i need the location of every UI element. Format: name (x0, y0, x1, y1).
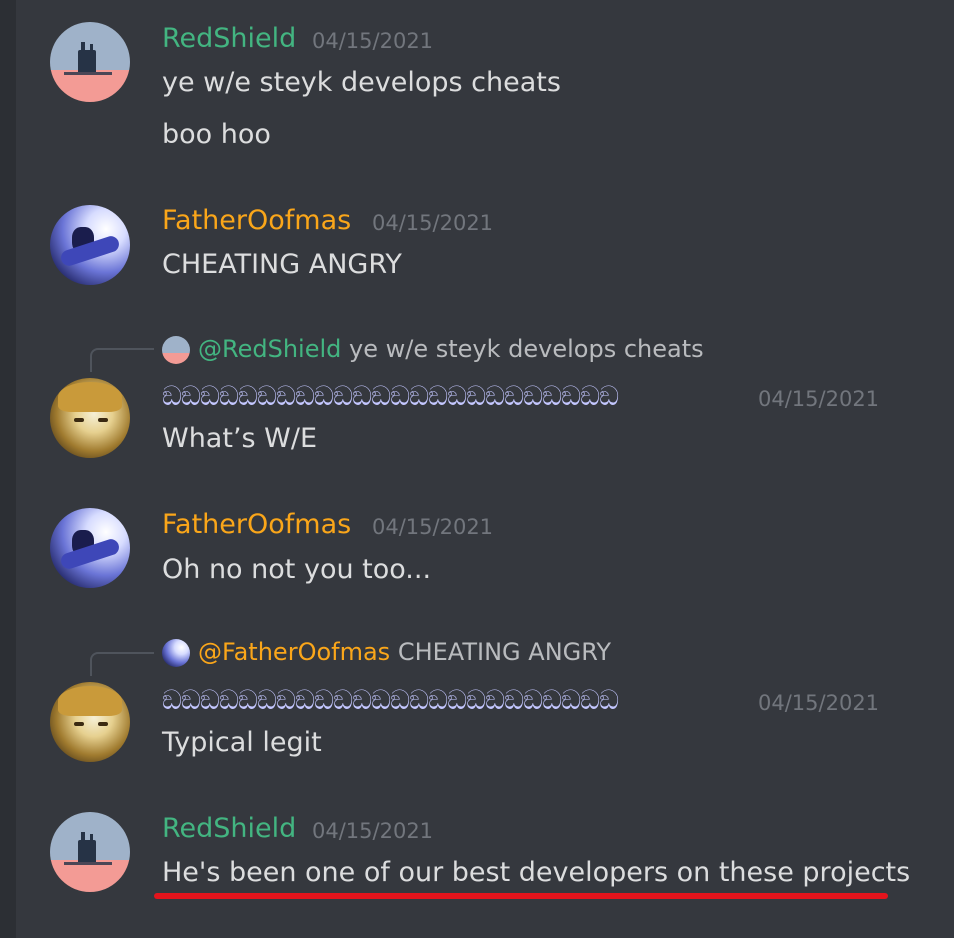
author-name[interactable]: FatherOofmas (162, 508, 351, 542)
reply-spine (90, 348, 154, 372)
message-text: ye w/e steyk develops cheats (162, 67, 561, 98)
fatheroofmas-avatar[interactable] (50, 508, 130, 588)
reply-text: CHEATING ANGRY (397, 638, 612, 666)
redshield-avatar (162, 336, 190, 364)
timestamp: 04/15/2021 (312, 29, 434, 53)
reply-mention[interactable]: @FatherOofmas (198, 638, 390, 666)
redshield-avatar[interactable] (50, 22, 130, 102)
message-text: boo hoo (162, 119, 271, 150)
timestamp: 04/15/2021 (372, 211, 494, 235)
reply-mention[interactable]: @RedShield (198, 335, 341, 363)
timestamp: 04/15/2021 (758, 691, 880, 715)
timestamp: 04/15/2021 (312, 819, 434, 843)
timestamp: 04/15/2021 (372, 515, 494, 539)
redshield-avatar[interactable] (50, 812, 130, 892)
reply-text: ye w/e steyk develops cheats (349, 335, 704, 363)
message-text: He's been one of our best developers on … (162, 857, 911, 888)
anime-avatar[interactable] (50, 682, 130, 762)
message-text: What’s W/E (162, 423, 318, 454)
author-name[interactable]: FatherOofmas (162, 204, 351, 238)
author-name[interactable]: ඞඞඞඞඞඞඞඞඞඞඞඞඞඞඞඞඞඞඞඞඞඞඞඞ (162, 380, 619, 414)
reply-preview[interactable]: @RedShield ye w/e steyk develops cheats (162, 334, 704, 364)
message-text: Oh no not you too... (162, 554, 432, 585)
author-name[interactable]: RedShield (162, 812, 296, 846)
author-name[interactable]: ඞඞඞඞඞඞඞඞඞඞඞඞඞඞඞඞඞඞඞඞඞඞඞඞ (162, 684, 619, 718)
reply-spine (90, 652, 154, 676)
highlight-underline (154, 893, 888, 899)
author-name[interactable]: RedShield (162, 22, 296, 56)
timestamp: 04/15/2021 (758, 387, 880, 411)
fatheroofmas-avatar (162, 639, 190, 667)
message-text: CHEATING ANGRY (162, 249, 402, 280)
reply-preview[interactable]: @FatherOofmas CHEATING ANGRY (162, 637, 611, 667)
anime-avatar[interactable] (50, 378, 130, 458)
fatheroofmas-avatar[interactable] (50, 205, 130, 285)
left-edge (0, 0, 16, 938)
message-text: Typical legit (162, 727, 322, 758)
